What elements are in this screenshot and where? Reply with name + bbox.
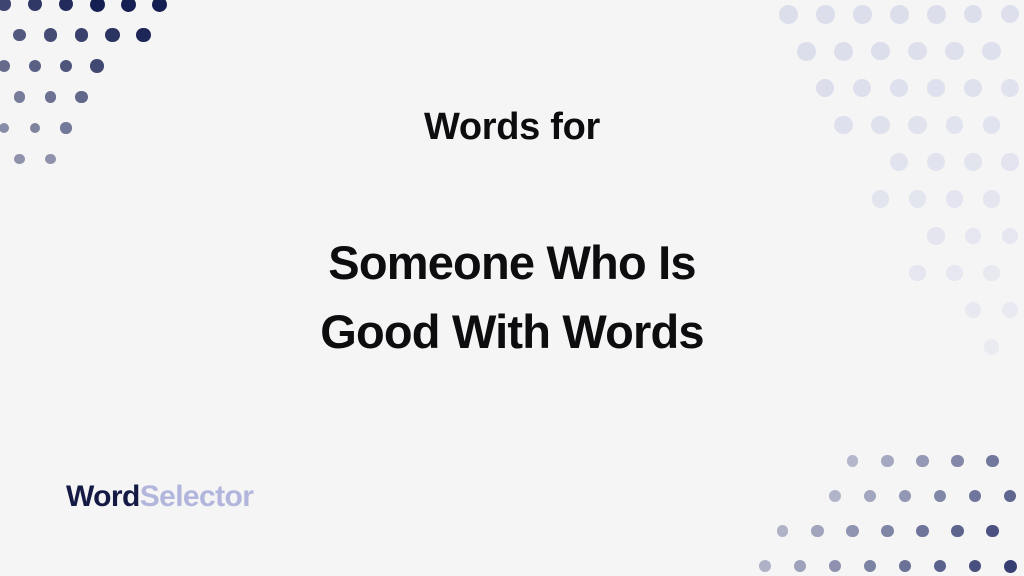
decorative-dot <box>916 524 929 538</box>
decorative-dot <box>75 90 88 104</box>
decorative-dot <box>28 59 42 73</box>
eyebrow-label: Words for <box>423 106 601 148</box>
slide-canvas: Words for Someone Who Is Good With Words… <box>0 0 1024 576</box>
decorative-dot <box>964 153 982 171</box>
decorative-dot <box>59 59 73 73</box>
decorative-dot <box>105 27 120 43</box>
decorative-dot <box>1000 4 1020 24</box>
brand-logo-primary: Word <box>66 480 140 513</box>
decorative-dot <box>797 41 816 61</box>
page-title-line-1: Someone Who Is <box>328 236 696 289</box>
decorative-dot <box>982 190 1001 208</box>
decorative-dot <box>815 78 835 98</box>
decorative-dot <box>828 559 842 573</box>
decorative-dot <box>834 41 853 61</box>
decorative-dot <box>852 4 872 24</box>
decorative-dot <box>90 59 104 73</box>
decorative-dot <box>120 0 136 12</box>
decorative-dot <box>863 559 877 573</box>
decorative-dot <box>89 0 105 12</box>
decorative-dot <box>1001 153 1019 171</box>
decorative-dot <box>982 41 1001 61</box>
decorative-dot <box>968 489 982 503</box>
decorative-dot <box>14 153 25 165</box>
decorative-dot <box>898 559 912 573</box>
decorative-dot <box>945 190 964 208</box>
page-title: Someone Who Is Good With Words <box>0 228 1024 366</box>
decorative-dot <box>58 0 74 12</box>
decorative-dot <box>811 524 824 538</box>
decorative-dot <box>0 59 11 72</box>
decorative-dot <box>829 490 841 502</box>
decorative-dot <box>951 454 964 468</box>
decorative-dot <box>881 524 894 538</box>
decorative-dot <box>13 91 26 103</box>
decorative-dot <box>927 153 945 171</box>
decorative-dot <box>1000 78 1020 98</box>
decorative-dot <box>898 489 912 503</box>
decorative-dot <box>136 27 151 43</box>
dot-grid-top-left-icon <box>0 0 210 180</box>
decorative-dot <box>778 4 798 24</box>
decorative-dot <box>963 78 983 98</box>
decorative-dot <box>793 559 807 573</box>
decorative-dot <box>871 190 890 208</box>
decorative-dot <box>986 454 999 468</box>
decorative-dot <box>846 524 859 538</box>
decorative-dot <box>44 91 57 103</box>
brand-logo-secondary: Selector <box>139 480 254 513</box>
decorative-dot <box>43 28 58 42</box>
decorative-dot <box>889 78 909 98</box>
decorative-dot <box>74 28 89 42</box>
brand-logo[interactable]: WordSelector <box>66 478 254 516</box>
decorative-dot <box>908 41 927 61</box>
decorative-dot <box>1003 489 1017 503</box>
decorative-dot <box>45 153 56 165</box>
decorative-dot <box>968 559 982 573</box>
decorative-dot <box>151 0 167 12</box>
decorative-dot <box>871 41 890 61</box>
decorative-dot <box>863 489 877 503</box>
decorative-dot <box>889 4 909 24</box>
decorative-dot <box>846 455 859 467</box>
decorative-dot <box>13 28 26 42</box>
decorative-dot <box>986 524 999 538</box>
decorative-dot <box>926 78 946 98</box>
page-title-line-2: Good With Words <box>320 305 704 358</box>
decorative-dot <box>926 4 946 24</box>
decorative-dot <box>933 559 947 573</box>
decorative-dot <box>27 0 43 12</box>
decorative-dot <box>933 489 947 503</box>
decorative-dot <box>759 560 771 572</box>
dot-grid-bottom-right-icon <box>724 436 1024 576</box>
decorative-dot <box>963 4 983 24</box>
decorative-dot <box>0 0 11 11</box>
decorative-dot <box>881 454 894 468</box>
decorative-dot <box>951 524 964 538</box>
decorative-dot <box>916 454 929 468</box>
decorative-dot <box>945 41 964 61</box>
decorative-dot <box>815 4 835 24</box>
decorative-dot <box>852 78 872 98</box>
decorative-dot <box>1003 559 1017 573</box>
decorative-dot <box>890 153 908 171</box>
decorative-dot <box>776 525 789 537</box>
decorative-dot <box>908 190 927 208</box>
